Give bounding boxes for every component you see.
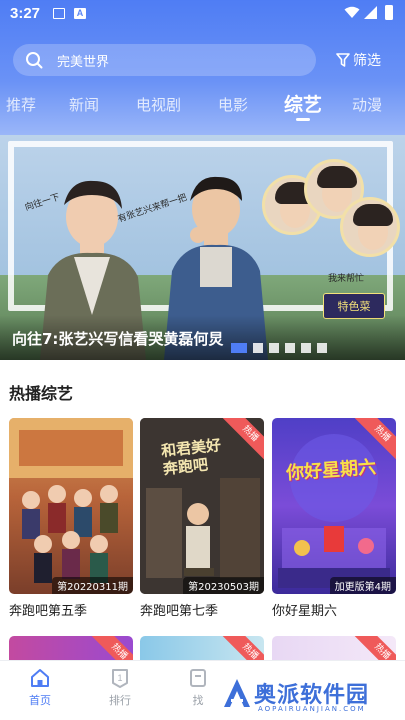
search-bar[interactable]: 完美世界	[13, 44, 316, 76]
show-poster[interactable]: 你好星期六 热播 加更版第4期	[272, 418, 396, 594]
watermark-logo-icon	[224, 679, 250, 707]
show-title[interactable]: 奔跑吧第七季	[140, 600, 218, 619]
a-icon: A	[74, 8, 86, 19]
banner-dot[interactable]	[253, 343, 263, 353]
tab-variety[interactable]: 综艺	[284, 90, 322, 117]
banner-dot[interactable]	[301, 343, 311, 353]
banner-caption: 向往7:张艺兴写信看哭黄磊何炅	[12, 330, 224, 348]
poster-art	[278, 434, 390, 588]
wifi-icon	[344, 6, 360, 18]
tab-tv-series[interactable]: 电视剧	[136, 94, 181, 115]
tab-recommend[interactable]: 推荐	[6, 94, 36, 115]
watermark-sub: AOPAIRUANJIAN.COM	[258, 705, 366, 713]
image-icon	[53, 8, 65, 19]
show-poster[interactable]: 和君美好 奔跑吧 热播 第20230503期	[140, 418, 264, 594]
episode-label: 第20220311期	[52, 577, 133, 594]
episode-label: 第20230503期	[183, 577, 264, 594]
episode-label: 加更版第4期	[329, 577, 396, 594]
show-title[interactable]: 奔跑吧第五季	[9, 600, 87, 619]
ranking-icon: 1	[112, 669, 128, 688]
banner-carousel[interactable]: 向往一下 有张艺兴来帮一把 我来帮忙 特色菜 向往7:张艺兴写信看哭黄磊何炅	[0, 135, 405, 360]
show-card-running-man-5[interactable]: 第20220311期 奔跑吧第五季	[9, 418, 133, 619]
filter-label: 筛选	[353, 53, 381, 69]
status-bar: 3:27 A	[0, 0, 405, 28]
nav-home[interactable]: 首页	[10, 667, 70, 708]
battery-icon	[385, 5, 393, 20]
category-tabs: 推荐 新闻 电视剧 电影 综艺 动漫	[0, 88, 405, 124]
show-title[interactable]: 你好星期六	[272, 600, 337, 619]
status-time: 3:27	[10, 5, 41, 22]
banner-avatar-3	[340, 197, 400, 257]
banner-note-bubble: 我来帮忙	[328, 274, 365, 284]
find-icon	[190, 669, 206, 687]
filter-button[interactable]: 筛选	[336, 46, 394, 74]
banner-dot[interactable]	[231, 343, 247, 353]
banner-dot[interactable]	[285, 343, 295, 353]
nav-ranking[interactable]: 1 排行	[90, 667, 150, 708]
banner-pagination	[231, 343, 327, 353]
tab-news[interactable]: 新闻	[69, 94, 99, 115]
banner-dot[interactable]	[317, 343, 327, 353]
show-poster[interactable]: 第20220311期	[9, 418, 133, 594]
search-icon	[26, 52, 43, 69]
filter-icon	[336, 53, 350, 67]
search-input[interactable]: 完美世界	[57, 51, 109, 70]
watermark: 奥派软件园 AOPAIRUANJIAN.COM	[218, 675, 400, 715]
svg-text:1: 1	[117, 673, 122, 683]
poster-art	[9, 418, 133, 583]
nav-label: 首页	[29, 694, 51, 707]
nav-label: 排行	[109, 694, 131, 707]
tab-movies[interactable]: 电影	[218, 94, 248, 115]
banner-dot[interactable]	[269, 343, 279, 353]
home-icon	[31, 669, 49, 687]
tab-active-indicator	[296, 118, 310, 121]
signal-icon	[364, 6, 377, 19]
section-title: 热播综艺	[9, 384, 74, 403]
show-card-hello-saturday[interactable]: 你好星期六 热播 加更版第4期 你好星期六	[272, 418, 396, 619]
show-card-running-man-7[interactable]: 和君美好 奔跑吧 热播 第20230503期 奔跑吧第七季	[140, 418, 264, 619]
tab-anime[interactable]: 动漫	[352, 94, 382, 115]
